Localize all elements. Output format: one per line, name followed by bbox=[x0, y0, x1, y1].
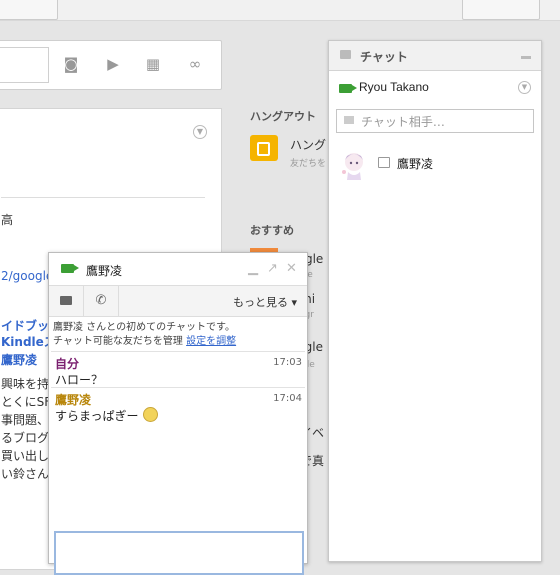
hangout-icon[interactable] bbox=[250, 135, 278, 161]
top-bar bbox=[0, 0, 560, 21]
message-sender: 鷹野凌 bbox=[55, 393, 92, 407]
divider bbox=[51, 351, 305, 352]
chat-panel-header[interactable]: チャット bbox=[329, 41, 541, 71]
video-icon bbox=[339, 84, 357, 93]
post-text: るブログ bbox=[1, 431, 50, 445]
chat-window-header[interactable]: 鷹野凌 ▁ ↗ ✕ bbox=[49, 253, 307, 285]
post-text: 事問題、 bbox=[1, 413, 50, 427]
post-text: 買い出し bbox=[1, 449, 50, 463]
chat-panel: チャット Ryou Takano ▼ チャット相手… 鷹野凌 bbox=[328, 40, 542, 562]
chat-bubble-icon bbox=[378, 157, 390, 168]
chat-panel-title: チャット bbox=[360, 50, 408, 64]
message-time: 17:04 bbox=[273, 393, 302, 404]
avatar bbox=[342, 153, 363, 180]
chat-bubble-icon bbox=[344, 116, 354, 124]
info-text: チャット可能な友だちを管理 bbox=[53, 336, 183, 347]
hangout-text[interactable]: ハング bbox=[290, 136, 326, 153]
chat-bubble-icon bbox=[340, 50, 351, 59]
message-sender: 自分 bbox=[55, 357, 80, 371]
share-box: ◙ ▶ ▦ ∞ bbox=[0, 40, 222, 90]
post-author[interactable]: 鷹野凌 bbox=[1, 351, 37, 368]
close-icon[interactable]: ✕ bbox=[286, 261, 297, 276]
top-left-button[interactable] bbox=[0, 0, 58, 20]
chat-info: 鷹野凌 さんとの初めてのチャットです。 チャット可能な友だちを管理 設定を調整 bbox=[53, 321, 236, 349]
chevron-down-icon[interactable]: ▼ bbox=[518, 81, 531, 94]
user-status-row[interactable]: Ryou Takano ▼ bbox=[329, 71, 541, 103]
smiley-icon bbox=[142, 407, 158, 422]
minimize-icon[interactable] bbox=[521, 56, 531, 59]
settings-link[interactable]: 設定を調整 bbox=[186, 336, 236, 347]
popout-icon[interactable]: ↗ bbox=[267, 261, 278, 276]
post-text: 高 bbox=[1, 213, 14, 227]
hangout-heading: ハングアウト bbox=[250, 110, 316, 123]
info-text: 鷹野凌 さんとの初めてのチャットです。 bbox=[53, 322, 235, 333]
minimize-icon[interactable]: ▁ bbox=[248, 261, 258, 276]
link-icon[interactable]: ∞ bbox=[185, 55, 205, 73]
chat-bubble-icon[interactable] bbox=[49, 286, 84, 316]
user-name: Ryou Takano bbox=[359, 80, 429, 94]
hangout-sub: 友だちを bbox=[290, 159, 327, 169]
search-placeholder: チャット相手… bbox=[361, 115, 445, 129]
post-text: とくにSF bbox=[1, 395, 52, 409]
message-input[interactable] bbox=[54, 531, 304, 575]
phone-icon[interactable]: ✆ bbox=[84, 286, 119, 316]
recommend-heading: おすすめ bbox=[250, 224, 294, 237]
message-time: 17:03 bbox=[273, 357, 302, 368]
chat-toolbar: ✆ もっと見る ▾ bbox=[49, 285, 307, 317]
message-text: ハロー？ bbox=[55, 373, 104, 387]
chevron-down-icon[interactable]: ▼ bbox=[193, 125, 207, 139]
message-text: すらまっぱぎー bbox=[55, 409, 139, 423]
share-input[interactable] bbox=[0, 47, 49, 83]
video-icon[interactable]: ▶ bbox=[103, 55, 123, 73]
chat-window-title: 鷹野凌 bbox=[86, 264, 123, 278]
chat-window: 鷹野凌 ▁ ↗ ✕ ✆ もっと見る ▾ 鷹野凌 さんとの初めてのチャットです。 … bbox=[48, 252, 308, 575]
top-right-button[interactable] bbox=[462, 0, 540, 20]
divider bbox=[51, 387, 305, 388]
divider bbox=[1, 197, 205, 198]
camera-icon[interactable]: ◙ bbox=[61, 55, 81, 73]
contact-item[interactable]: 鷹野凌 bbox=[339, 148, 534, 184]
contact-name: 鷹野凌 bbox=[397, 157, 434, 171]
video-icon bbox=[61, 264, 79, 273]
more-button[interactable]: もっと見る ▾ bbox=[233, 294, 297, 310]
chat-search-input[interactable]: チャット相手… bbox=[336, 109, 534, 133]
message-row: すらまっぱぎー bbox=[55, 407, 158, 424]
calendar-icon[interactable]: ▦ bbox=[143, 55, 163, 73]
